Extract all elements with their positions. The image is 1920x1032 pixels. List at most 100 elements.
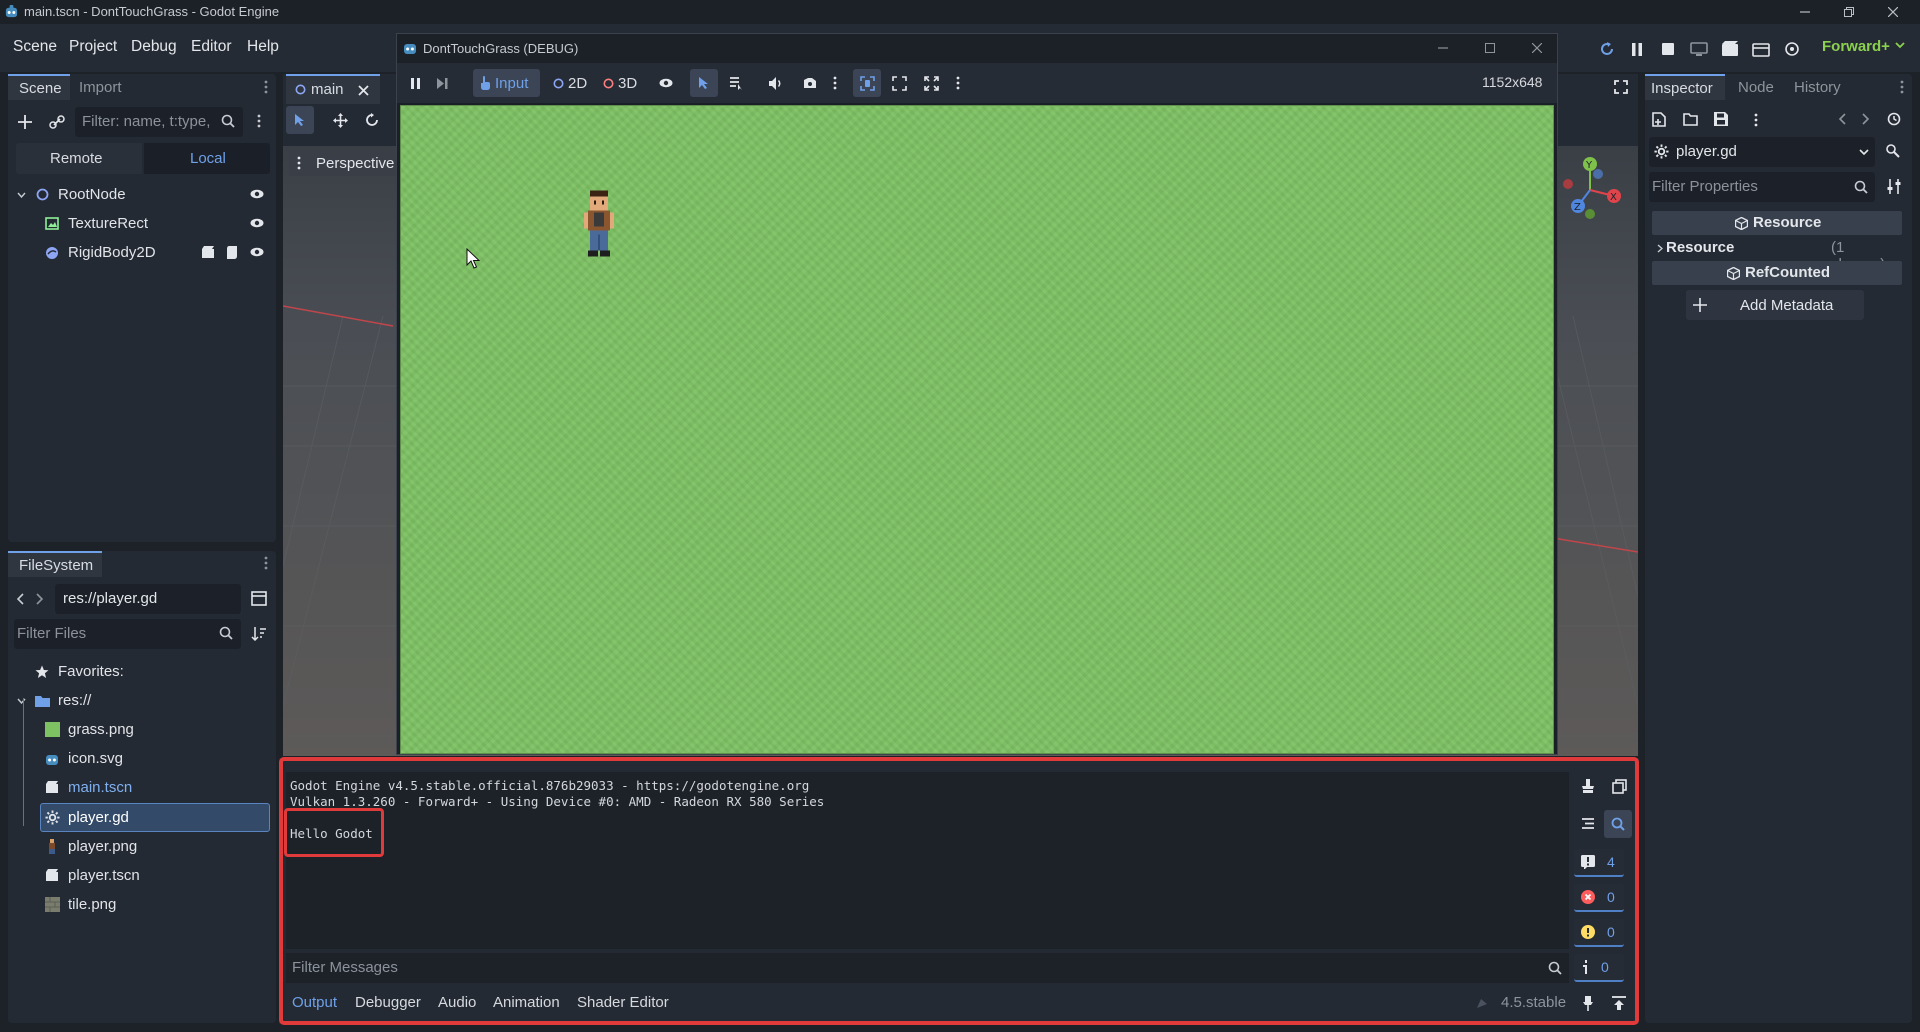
fullscreen-icon[interactable]	[1614, 80, 1628, 94]
movie-maker-icon[interactable]	[1779, 36, 1805, 62]
select-tool-button[interactable]	[286, 106, 314, 134]
tab-import[interactable]: Import	[79, 79, 122, 96]
add-metadata-button[interactable]: Add Metadata	[1686, 290, 1864, 320]
section-resource-header[interactable]: Resource	[1652, 211, 1902, 235]
filter-files-input[interactable]: Filter Files	[14, 619, 241, 649]
filter-properties-input[interactable]: Filter Properties	[1649, 172, 1875, 202]
tab-main-scene[interactable]: main	[286, 74, 380, 104]
visibility-eye-icon[interactable]	[250, 247, 264, 257]
menu-scene[interactable]: Scene	[13, 38, 57, 56]
game-step-button[interactable]	[428, 69, 456, 97]
open-folder-icon[interactable]	[1683, 113, 1698, 126]
tab-history[interactable]: History	[1794, 79, 1841, 96]
rotate-tool-button[interactable]	[358, 106, 386, 134]
game-menu-button[interactable]	[821, 69, 849, 97]
property-resource-row[interactable]: Resource (1 change)	[1652, 236, 1902, 273]
keep-aspect-button[interactable]	[885, 69, 913, 97]
dock-menu-icon[interactable]	[1900, 80, 1904, 94]
file-row-tile[interactable]: tile.png	[38, 890, 270, 919]
visibility-eye-icon[interactable]	[250, 189, 264, 199]
scene-options-icon[interactable]	[257, 114, 261, 128]
file-row-player-gd[interactable]: player.gd	[38, 803, 270, 832]
local-button[interactable]: Local	[144, 143, 270, 174]
perspective-button[interactable]: Perspective	[289, 150, 399, 176]
remote-button[interactable]: Remote	[16, 143, 142, 174]
game-pause-button[interactable]	[401, 69, 429, 97]
tree-node-texturerect[interactable]: TextureRect	[14, 209, 270, 238]
input-mode-button[interactable]: Input	[473, 69, 540, 97]
visibility-eye-icon[interactable]	[250, 218, 264, 228]
file-row-main-tscn[interactable]: main.tscn	[38, 773, 270, 802]
game-maximize-button[interactable]	[1480, 40, 1500, 56]
dock-menu-icon[interactable]	[264, 556, 268, 570]
history-forward-icon[interactable]	[1862, 113, 1870, 125]
title-bar: main.tscn - DontTouchGrass - Godot Engin…	[0, 0, 1920, 24]
audio-mute-button[interactable]	[762, 69, 790, 97]
play-custom-scene-icon[interactable]	[1748, 36, 1774, 62]
move-tool-button[interactable]	[326, 106, 354, 134]
tree-node-rootnode[interactable]: RootNode	[14, 180, 270, 209]
tab-node[interactable]: Node	[1738, 79, 1774, 96]
tab-filesystem-label: FileSystem	[19, 557, 94, 574]
split-view-icon[interactable]	[251, 591, 267, 606]
play-scene-icon[interactable]	[1717, 36, 1743, 62]
property-settings-icon[interactable]	[1887, 179, 1901, 194]
folder-res[interactable]: res://	[14, 686, 270, 715]
path-field[interactable]: res://player.gd	[55, 584, 241, 614]
add-node-icon[interactable]	[15, 112, 35, 132]
resource-tools-icon[interactable]	[1886, 144, 1900, 159]
close-window-button[interactable]	[1870, 0, 1916, 24]
menu-editor[interactable]: Editor	[191, 38, 232, 56]
file-row-player-tscn[interactable]: player.tscn	[38, 861, 270, 890]
scene-filter-placeholder: Filter: name, t:type,	[82, 113, 211, 130]
menu-debug[interactable]: Debug	[131, 38, 177, 56]
file-row-grass[interactable]: grass.png	[38, 715, 270, 744]
chevron-down-icon[interactable]	[1895, 42, 1905, 49]
reload-icon[interactable]	[1594, 36, 1620, 62]
stretch-button[interactable]	[917, 69, 945, 97]
menu-help[interactable]: Help	[247, 38, 279, 56]
file-row-player-png[interactable]: player.png	[38, 832, 270, 861]
embed-button[interactable]	[853, 69, 881, 97]
list-select-button[interactable]	[722, 69, 750, 97]
tab-filesystem[interactable]: FileSystem	[8, 551, 102, 577]
menu-project[interactable]: Project	[69, 38, 117, 56]
scene-filter-input[interactable]: Filter: name, t:type,	[75, 107, 243, 137]
save-icon[interactable]	[1714, 112, 1728, 126]
game-close-button[interactable]	[1527, 40, 1547, 56]
dock-menu-icon[interactable]	[264, 80, 268, 94]
minimize-button[interactable]	[1782, 0, 1828, 24]
favorites-row[interactable]: Favorites:	[14, 657, 270, 686]
camera-override-button[interactable]	[652, 69, 680, 97]
restore-button[interactable]	[1826, 0, 1872, 24]
object-history-icon[interactable]	[1887, 112, 1901, 126]
player-thumbnail-icon	[42, 839, 62, 854]
tab-scene[interactable]: Scene	[8, 74, 70, 100]
mode-3d-button[interactable]: 3D	[597, 69, 641, 97]
game-select-button[interactable]	[690, 69, 718, 97]
scene-instance-icon[interactable]	[201, 246, 215, 259]
history-back-icon[interactable]	[1838, 113, 1846, 125]
axis-gizmo[interactable]: Y X Z	[1560, 152, 1630, 228]
remote-debug-icon[interactable]	[1686, 36, 1712, 62]
close-tab-icon[interactable]	[358, 85, 369, 96]
inspector-options-icon[interactable]	[1754, 113, 1758, 127]
section-refcounted-header[interactable]: RefCounted	[1652, 261, 1902, 285]
resource-selector[interactable]: player.gd	[1649, 137, 1875, 167]
embed-options-button[interactable]	[944, 69, 972, 97]
forward-arrow-icon[interactable]	[36, 593, 44, 605]
instance-scene-icon[interactable]	[47, 112, 67, 132]
stop-icon[interactable]	[1655, 36, 1681, 62]
back-arrow-icon[interactable]	[16, 593, 24, 605]
game-minimize-button[interactable]	[1433, 40, 1453, 56]
file-row-icon[interactable]: icon.svg	[38, 744, 270, 773]
tab-inspector[interactable]: Inspector	[1645, 74, 1725, 100]
script-icon[interactable]	[226, 245, 238, 260]
game-viewport[interactable]	[400, 105, 1554, 754]
renderer-selector[interactable]: Forward+	[1822, 38, 1890, 55]
new-resource-icon[interactable]	[1652, 112, 1666, 127]
sort-icon[interactable]	[251, 626, 267, 641]
pause-icon[interactable]	[1624, 36, 1650, 62]
camera-button[interactable]	[796, 69, 824, 97]
mode-2d-button[interactable]: 2D	[547, 69, 591, 97]
